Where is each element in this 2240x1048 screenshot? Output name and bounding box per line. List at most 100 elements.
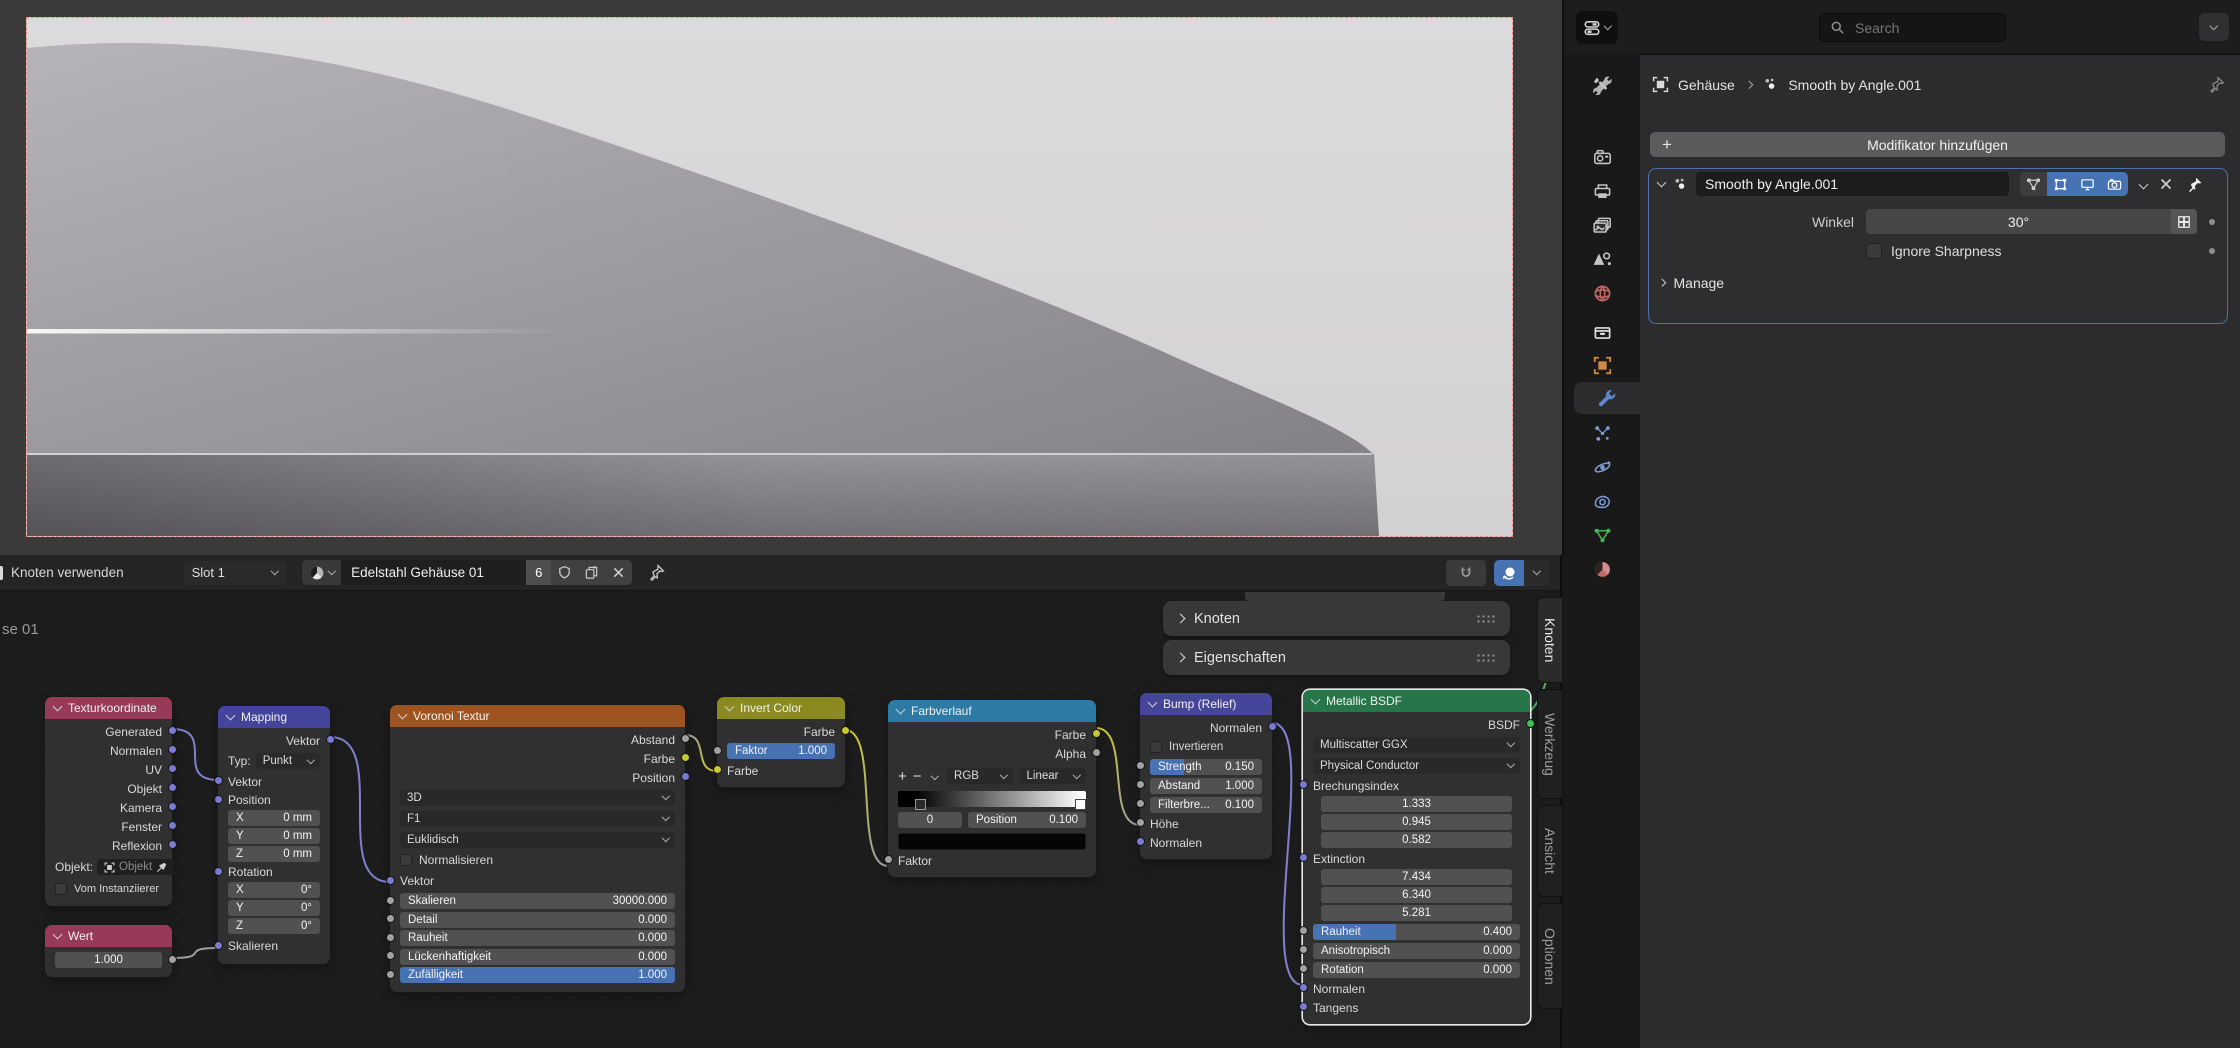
editor-type-button[interactable]: [1576, 11, 1618, 44]
show-in-render-toggle[interactable]: [2101, 172, 2128, 196]
position-y-field[interactable]: Y0 mm: [228, 828, 320, 844]
input-socket[interactable]: [386, 896, 395, 905]
slot-dropdown[interactable]: Slot 1: [184, 561, 286, 585]
stop-color-swatch[interactable]: [898, 833, 1086, 850]
input-socket[interactable]: [1299, 945, 1308, 954]
invert-checkbox[interactable]: [1150, 741, 1162, 753]
node-header[interactable]: Bump (Relief): [1140, 693, 1272, 715]
normalize-checkbox[interactable]: [400, 854, 412, 866]
tab-modifiers[interactable]: [1574, 382, 1640, 414]
output-socket[interactable]: [168, 840, 177, 849]
output-socket[interactable]: [168, 726, 177, 735]
drag-dots-icon[interactable]: [1476, 653, 1496, 662]
distribution-dropdown[interactable]: Multiscatter GGX: [1313, 737, 1520, 753]
input-socket[interactable]: [1136, 818, 1145, 827]
close-icon[interactable]: [2159, 177, 2173, 191]
add-stop-button[interactable]: +: [898, 768, 907, 785]
input-socket[interactable]: [1136, 761, 1145, 770]
input-socket[interactable]: [214, 795, 223, 804]
tab-collection[interactable]: [1586, 316, 1618, 346]
output-socket[interactable]: [168, 783, 177, 792]
extinction-g-field[interactable]: 6.340: [1321, 887, 1512, 903]
ior-b-field[interactable]: 0.582: [1321, 832, 1512, 848]
show-in-editmode-toggle[interactable]: [2047, 172, 2074, 196]
tab-particles[interactable]: [1586, 418, 1618, 448]
add-modifier-button[interactable]: + Modifikator hinzufügen: [1650, 132, 2225, 157]
input-socket[interactable]: [386, 933, 395, 942]
node-invert-color[interactable]: Invert Color Farbe Faktor1.000 Farbe: [717, 697, 845, 787]
viewport-3d[interactable]: [0, 0, 1564, 555]
strength-slider[interactable]: Strength0.150: [1150, 759, 1262, 775]
tab-physics[interactable]: [1586, 452, 1618, 482]
ignore-sharpness-checkbox[interactable]: [1866, 243, 1882, 259]
stop-position-slider[interactable]: Position0.100: [968, 812, 1086, 828]
preview-options-dropdown[interactable]: [1524, 560, 1550, 586]
input-socket[interactable]: [386, 970, 395, 979]
decorator-dot[interactable]: [2209, 248, 2215, 254]
node-mapping[interactable]: Mapping Vektor Typ: Punkt Vektor Positio…: [218, 706, 330, 964]
from-instancer-checkbox[interactable]: [55, 883, 67, 895]
new-material-button[interactable]: [578, 560, 605, 585]
node-voronoi-texture[interactable]: Voronoi Textur Abstand Farbe Position 3D…: [390, 705, 685, 992]
collapse-icon[interactable]: [53, 702, 63, 712]
drag-dots-icon[interactable]: [1476, 614, 1496, 623]
tab-tool[interactable]: [1586, 70, 1618, 100]
randomness-slider[interactable]: Zufälligkeit1.000: [400, 967, 675, 983]
properties-options-button[interactable]: [2199, 13, 2229, 41]
overlay-panel-knoten[interactable]: Knoten: [1163, 601, 1510, 636]
input-socket[interactable]: [214, 867, 223, 876]
output-socket[interactable]: [168, 821, 177, 830]
pin-icon[interactable]: [648, 564, 665, 581]
input-socket[interactable]: [1299, 983, 1308, 992]
node-header[interactable]: Voronoi Textur: [390, 705, 685, 727]
roughness-slider[interactable]: Rauheit0.400: [1313, 924, 1520, 940]
angle-value-field[interactable]: 30°: [1866, 209, 2171, 234]
material-browse-button[interactable]: [302, 560, 342, 585]
input-socket[interactable]: [713, 765, 722, 774]
scale-slider[interactable]: Skalieren30000.000: [400, 893, 675, 909]
output-socket[interactable]: [168, 802, 177, 811]
collapse-icon[interactable]: [226, 711, 236, 721]
tab-ansicht[interactable]: Ansicht: [1537, 805, 1562, 897]
tab-material[interactable]: [1586, 554, 1618, 584]
tab-knoten[interactable]: Knoten: [1537, 597, 1562, 683]
output-socket[interactable]: [681, 772, 690, 781]
node-value[interactable]: Wert 1.000: [45, 925, 172, 977]
material-user-count[interactable]: 6: [526, 560, 551, 585]
node-texture-coordinate[interactable]: Texturkoordinate Generated Normalen UV O…: [45, 697, 172, 906]
show-in-viewport-toggle[interactable]: [2074, 172, 2101, 196]
collapse-icon[interactable]: [725, 702, 735, 712]
fake-user-button[interactable]: [551, 560, 578, 585]
collapse-icon[interactable]: [896, 705, 906, 715]
roughness-slider[interactable]: Rauheit0.000: [400, 930, 675, 946]
extinction-r-field[interactable]: 7.434: [1321, 869, 1512, 885]
remove-stop-button[interactable]: −: [913, 768, 922, 785]
input-attribute-toggle[interactable]: [2171, 209, 2197, 234]
ramp-options-dropdown[interactable]: [930, 772, 938, 780]
node-header[interactable]: Mapping: [218, 706, 330, 728]
detail-slider[interactable]: Detail0.000: [400, 912, 675, 928]
material-name-field[interactable]: Edelstahl Gehäuse 01: [341, 560, 526, 585]
tab-object-data[interactable]: [1586, 520, 1618, 550]
tab-werkzeug[interactable]: Werkzeug: [1537, 689, 1562, 799]
tab-scene[interactable]: [1586, 244, 1618, 274]
input-socket[interactable]: [713, 746, 722, 755]
tab-view-layer[interactable]: [1586, 210, 1618, 240]
filter-width-slider[interactable]: Filterbre...0.100: [1150, 797, 1262, 813]
input-socket[interactable]: [1299, 964, 1308, 973]
node-bump[interactable]: Bump (Relief) Normalen Invertieren Stren…: [1140, 693, 1272, 859]
node-metallic-bsdf[interactable]: Metallic BSDF BSDF Multiscatter GGX Phys…: [1303, 690, 1530, 1024]
interpolation-dropdown[interactable]: Linear: [1020, 768, 1086, 784]
output-socket[interactable]: [1526, 719, 1535, 728]
node-header[interactable]: Texturkoordinate: [45, 697, 172, 719]
input-socket[interactable]: [386, 951, 395, 960]
output-socket[interactable]: [1092, 748, 1101, 757]
mapping-type-dropdown[interactable]: Punkt: [256, 753, 320, 769]
modifier-name-input[interactable]: Smooth by Angle.001: [1696, 172, 2009, 196]
input-socket[interactable]: [1299, 926, 1308, 935]
node-header[interactable]: Metallic BSDF: [1303, 690, 1530, 712]
tab-constraints[interactable]: [1586, 486, 1618, 516]
extinction-b-field[interactable]: 5.281: [1321, 905, 1512, 921]
input-socket[interactable]: [386, 876, 395, 885]
tab-world[interactable]: [1586, 278, 1618, 308]
